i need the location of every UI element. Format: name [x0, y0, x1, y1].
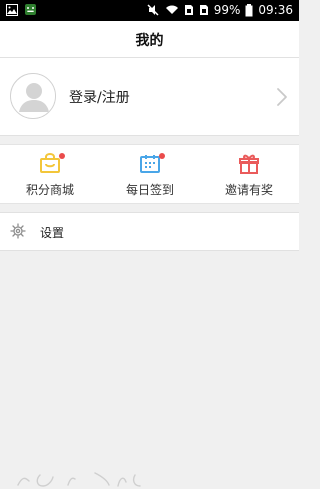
sim-icon-2 — [199, 5, 208, 15]
gallery-icon — [6, 3, 18, 16]
quick-features-bar: 积分商城 每日签到 邀请有奖 — [0, 144, 299, 204]
status-right-icons: 99% 09:36 — [146, 2, 293, 18]
sim-icon — [184, 5, 193, 15]
app-header: 我的 — [0, 21, 299, 58]
settings-row[interactable]: 设置 — [0, 212, 299, 251]
feature-label: 积分商城 — [25, 183, 74, 197]
feature-invite-reward[interactable]: 邀请有奖 — [199, 145, 299, 205]
status-left-icons — [6, 3, 37, 16]
status-bar: 99% 09:36 — [0, 0, 299, 21]
profile-login-row[interactable]: 登录/注册 — [0, 58, 299, 136]
notification-dot — [159, 153, 165, 159]
wifi-icon — [165, 5, 178, 14]
feature-daily-checkin[interactable]: 每日签到 — [100, 145, 200, 205]
gear-icon — [10, 223, 26, 239]
feature-points-mall[interactable]: 积分商城 — [0, 145, 100, 205]
avatar — [10, 73, 56, 119]
handwritten-signature — [17, 472, 141, 487]
battery-icon — [245, 3, 253, 16]
battery-percentage: 99% — [213, 3, 241, 17]
chevron-right-icon — [277, 88, 287, 106]
user-avatar-icon — [11, 74, 55, 118]
silent-icon — [147, 4, 159, 16]
feature-label: 邀请有奖 — [224, 183, 273, 197]
status-time: 09:36 — [258, 3, 293, 17]
gift-icon — [239, 154, 259, 174]
notification-dot — [59, 153, 65, 159]
android-icon — [25, 4, 36, 15]
login-register-link[interactable]: 登录/注册 — [69, 87, 130, 107]
feature-label: 每日签到 — [125, 183, 174, 197]
settings-label: 设置 — [40, 226, 65, 240]
page-title: 我的 — [135, 33, 164, 49]
